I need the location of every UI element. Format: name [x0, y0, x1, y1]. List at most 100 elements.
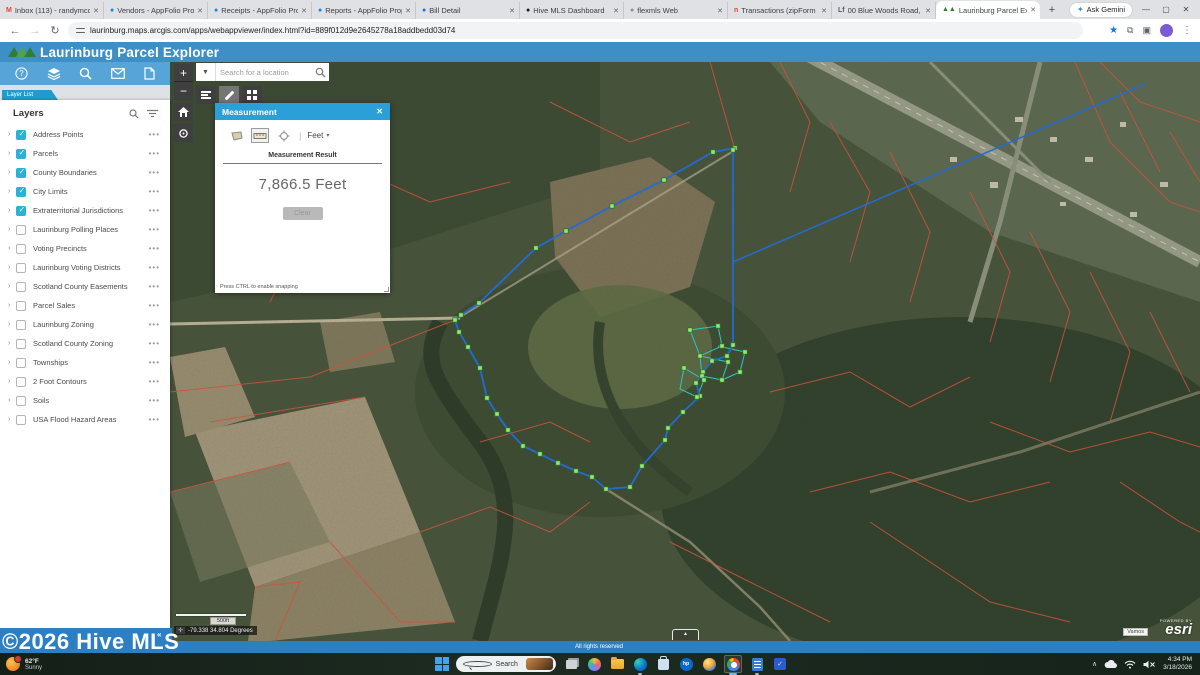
measurement-close-icon[interactable]: ✕ — [376, 107, 383, 116]
layer-checkbox[interactable] — [16, 339, 26, 349]
layer-expand-icon[interactable]: › — [8, 359, 16, 366]
home-extent-button[interactable] — [174, 103, 193, 121]
tab-close-icon[interactable]: ✕ — [509, 7, 515, 15]
file-explorer-icon[interactable] — [609, 656, 625, 672]
window-close-button[interactable]: ✕ — [1180, 5, 1192, 14]
new-tab-button[interactable]: + — [1044, 2, 1060, 18]
site-info-icon[interactable] — [76, 26, 85, 35]
layers-icon[interactable] — [47, 67, 61, 80]
clear-button[interactable]: Clear — [283, 207, 323, 220]
layer-filter-icon[interactable] — [147, 109, 158, 118]
browser-tab[interactable]: M Inbox (113) - randymccalljr... ✕ — [0, 2, 104, 19]
microsoft-store-icon[interactable] — [655, 656, 671, 672]
browser-tab[interactable]: ● Bill Detail ✕ — [416, 2, 520, 19]
zoom-out-button[interactable]: − — [174, 82, 193, 100]
browser-tab[interactable]: ● Vendors - AppFolio Proper... ✕ — [104, 2, 208, 19]
bookmark-star-icon[interactable]: ★ — [1109, 25, 1118, 36]
layer-checkbox[interactable] — [16, 225, 26, 235]
layer-checkbox[interactable] — [16, 396, 26, 406]
layer-list-tab[interactable]: Layer List — [2, 90, 58, 100]
layer-checkbox[interactable] — [16, 187, 26, 197]
layer-row[interactable]: › Soils ••• — [0, 391, 170, 410]
layer-menu-icon[interactable]: ••• — [149, 244, 160, 253]
tab-close-icon[interactable]: ✕ — [717, 7, 723, 15]
layer-expand-icon[interactable]: › — [8, 416, 16, 423]
layer-expand-icon[interactable]: › — [8, 226, 16, 233]
layer-row[interactable]: › Extraterritorial Jurisdictions ••• — [0, 201, 170, 220]
layer-row[interactable]: › 2 Foot Contours ••• — [0, 372, 170, 391]
url-bar[interactable]: laurinburg.maps.arcgis.com/apps/webappvi… — [68, 22, 1083, 39]
print-document-icon[interactable] — [144, 67, 155, 80]
layer-checkbox[interactable] — [16, 282, 26, 292]
layer-expand-icon[interactable]: › — [8, 169, 16, 176]
layer-expand-icon[interactable]: › — [8, 131, 16, 138]
extensions-icon[interactable]: ⧉ — [1127, 25, 1133, 36]
location-search-input[interactable] — [216, 63, 312, 81]
start-button[interactable] — [435, 657, 449, 671]
layer-menu-icon[interactable]: ••• — [149, 358, 160, 367]
layer-row[interactable]: › Scotland County Zoning ••• — [0, 334, 170, 353]
layer-menu-icon[interactable]: ••• — [149, 149, 160, 158]
layer-menu-icon[interactable]: ••• — [149, 377, 160, 386]
legend-widget-button[interactable] — [196, 86, 216, 104]
search-icon[interactable] — [79, 67, 92, 80]
layer-checkbox[interactable] — [16, 301, 26, 311]
layer-checkbox[interactable] — [16, 320, 26, 330]
window-maximize-button[interactable]: ▢ — [1160, 5, 1172, 14]
my-location-button[interactable] — [174, 124, 193, 142]
measurement-widget-button[interactable] — [219, 86, 239, 104]
layer-checkbox[interactable] — [16, 377, 26, 387]
layer-row[interactable]: › Laurinburg Zoning ••• — [0, 315, 170, 334]
layer-menu-icon[interactable]: ••• — [149, 282, 160, 291]
layer-checkbox[interactable] — [16, 130, 26, 140]
layer-menu-icon[interactable]: ••• — [149, 206, 160, 215]
layer-row[interactable]: › Parcel Sales ••• — [0, 296, 170, 315]
layer-menu-icon[interactable]: ••• — [149, 339, 160, 348]
layer-expand-icon[interactable]: › — [8, 245, 16, 252]
dialog-resize-handle[interactable] — [384, 287, 389, 292]
layer-checkbox[interactable] — [16, 415, 26, 425]
map-viewport[interactable]: + − ▼ Measurement ✕ — [170, 62, 1200, 641]
unit-dropdown[interactable]: Feet ▾ — [307, 131, 329, 140]
layer-row[interactable]: › County Boundaries ••• — [0, 163, 170, 182]
layer-expand-icon[interactable]: › — [8, 302, 16, 309]
browser-tab[interactable]: Lf 00 Blue Woods Road, Laur... ✕ — [832, 2, 936, 19]
weather-app-icon[interactable] — [701, 656, 717, 672]
layer-expand-icon[interactable]: › — [8, 150, 16, 157]
todo-app-icon[interactable]: ✓ — [772, 656, 788, 672]
share-envelope-icon[interactable] — [111, 68, 125, 79]
layer-menu-icon[interactable]: ••• — [149, 130, 160, 139]
tab-close-icon[interactable]: ✕ — [613, 7, 619, 15]
browser-tab[interactable]: n Transactions (zipForm Editi... ✕ — [728, 2, 832, 19]
browser-tab[interactable]: ● Reports - AppFolio Propert... ✕ — [312, 2, 416, 19]
side-panel-icon[interactable]: ▣ — [1142, 25, 1151, 36]
copilot-icon[interactable] — [586, 656, 602, 672]
layer-row[interactable]: › Voting Precincts ••• — [0, 239, 170, 258]
weather-widget[interactable]: 62°F Sunny — [0, 657, 190, 671]
layer-row[interactable]: › USA Flood Hazard Areas ••• — [0, 410, 170, 429]
layer-expand-icon[interactable]: › — [8, 264, 16, 271]
layer-expand-icon[interactable]: › — [8, 283, 16, 290]
layer-checkbox[interactable] — [16, 206, 26, 216]
refresh-button[interactable]: ↻ — [48, 24, 62, 37]
layer-menu-icon[interactable]: ••• — [149, 301, 160, 310]
attribution-expander[interactable]: ▲ — [672, 629, 699, 640]
profile-avatar[interactable] — [1160, 24, 1173, 37]
tab-close-icon[interactable]: ✕ — [301, 7, 307, 15]
onedrive-cloud-icon[interactable] — [1104, 660, 1117, 669]
browser-tab[interactable]: ▲▲ Laurinburg Parcel Explorer ✕ — [936, 1, 1040, 19]
notepad-icon[interactable] — [749, 656, 765, 672]
browser-tab[interactable]: ● Receipts - AppFolio Proper... ✕ — [208, 2, 312, 19]
system-clock[interactable]: 4:34 PM 3/18/2026 — [1163, 656, 1192, 672]
layer-row[interactable]: › Address Points ••• — [0, 125, 170, 144]
task-view-icon[interactable] — [563, 656, 579, 672]
layer-menu-icon[interactable]: ••• — [149, 415, 160, 424]
forward-button[interactable]: → — [28, 25, 42, 37]
back-button[interactable]: ← — [8, 25, 22, 37]
layer-checkbox[interactable] — [16, 358, 26, 368]
layer-checkbox[interactable] — [16, 244, 26, 254]
layer-expand-icon[interactable]: › — [8, 397, 16, 404]
volume-muted-icon[interactable] — [1143, 660, 1156, 669]
layer-row[interactable]: › Parcels ••• — [0, 144, 170, 163]
edge-icon[interactable] — [632, 656, 648, 672]
